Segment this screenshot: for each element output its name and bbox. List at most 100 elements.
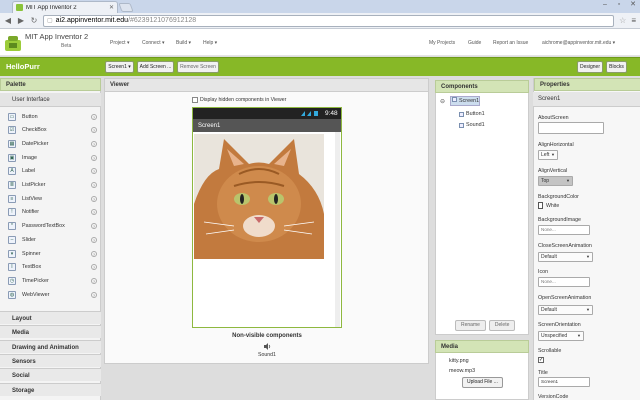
prop-orientation-select[interactable]: Unspecified ▼ bbox=[538, 331, 584, 341]
prop-alignv-select[interactable]: Top ▼ bbox=[538, 176, 573, 186]
delete-button[interactable]: Delete bbox=[488, 320, 516, 331]
listview-icon: ≡ bbox=[8, 194, 16, 203]
help-icon[interactable]: ? bbox=[91, 277, 97, 284]
prop-bgcolor-value[interactable]: White bbox=[546, 203, 559, 209]
help-icon[interactable]: ? bbox=[91, 264, 97, 271]
menu-build[interactable]: Build ▾ bbox=[176, 40, 191, 46]
palette-item-image[interactable]: ▣ Image? bbox=[0, 151, 101, 164]
dropdown-arrow-icon: ▼ bbox=[551, 152, 555, 157]
palette-category-drawing-and-animation[interactable]: Drawing and Animation bbox=[0, 339, 101, 353]
palette-item-passwordtextbox[interactable]: * PasswordTextBox? bbox=[0, 220, 101, 233]
prop-icon-label: Icon bbox=[538, 269, 549, 275]
media-file-meow[interactable]: meow.mp3 bbox=[449, 368, 475, 374]
prop-alignh-label: AlignHorizontal bbox=[538, 142, 574, 148]
help-icon[interactable]: ? bbox=[91, 182, 97, 188]
nonvisible-sound1[interactable]: Sound1 bbox=[192, 352, 342, 358]
upload-file-button[interactable]: Upload File ... bbox=[462, 377, 503, 388]
help-icon[interactable]: ? bbox=[91, 195, 97, 202]
sound-icon[interactable] bbox=[264, 343, 271, 350]
help-icon[interactable]: ? bbox=[91, 113, 97, 120]
prop-closeanim-select[interactable]: Default ▼ bbox=[538, 252, 593, 262]
window-controls: – ▫ ✕ bbox=[598, 0, 640, 9]
notifier-icon: ! bbox=[8, 208, 16, 217]
prop-orientation-label: ScreenOrientation bbox=[538, 322, 581, 328]
menu-help[interactable]: Help ▾ bbox=[203, 40, 217, 46]
palette-item-label: DatePicker bbox=[22, 140, 49, 147]
palette-item-label: Slider bbox=[22, 236, 36, 243]
help-icon[interactable]: ? bbox=[91, 209, 97, 216]
minimize-icon[interactable]: – bbox=[598, 0, 612, 9]
button-icon: ▭ bbox=[8, 112, 16, 121]
palette-item-slider[interactable]: – Slider? bbox=[0, 233, 101, 246]
color-swatch[interactable] bbox=[538, 202, 543, 209]
account-menu[interactable]: aichrome@appinventor.mit.edu ▾ bbox=[542, 40, 615, 46]
prop-about-input[interactable] bbox=[538, 122, 604, 134]
help-icon[interactable]: ? bbox=[91, 236, 97, 243]
prop-bgimage-label: BackgroundImage bbox=[538, 217, 581, 223]
add-screen-button[interactable]: Add Screen ... bbox=[137, 61, 174, 73]
palette-item-datepicker[interactable]: ▦ DatePicker? bbox=[0, 137, 101, 150]
prop-openanim-select[interactable]: Default ▼ bbox=[538, 305, 593, 315]
help-icon[interactable]: ? bbox=[91, 291, 97, 298]
palette-item-label[interactable]: A Label? bbox=[0, 165, 101, 178]
tree-node-sound1[interactable]: Sound1 bbox=[459, 122, 485, 128]
prop-alignh-select[interactable]: Left ▼ bbox=[538, 150, 558, 160]
palette-item-listpicker[interactable]: ≣ ListPicker? bbox=[0, 179, 101, 192]
palette-item-webviewer[interactable]: ◍ WebViewer? bbox=[0, 288, 101, 301]
palette-item-textbox[interactable]: I TextBox? bbox=[0, 261, 101, 274]
media-file-kitty[interactable]: kitty.png bbox=[449, 358, 469, 364]
prop-title-input[interactable]: Screen1 bbox=[538, 377, 590, 387]
palette-section-user-interface[interactable]: User Interface bbox=[0, 93, 101, 107]
close-tab-icon[interactable]: ✕ bbox=[109, 4, 114, 11]
palette-category-media[interactable]: Media bbox=[0, 325, 101, 339]
remove-screen-button[interactable]: Remove Screen bbox=[177, 61, 219, 73]
palette-item-timepicker[interactable]: ◷ TimePicker? bbox=[0, 274, 101, 287]
page-icon: ▢ bbox=[47, 18, 53, 24]
palette-item-checkbox[interactable]: ☑ CheckBox? bbox=[0, 124, 101, 137]
help-icon[interactable]: ? bbox=[91, 140, 97, 147]
media-title: Media bbox=[435, 340, 529, 353]
rename-button[interactable]: Rename bbox=[455, 320, 486, 331]
nav-guide[interactable]: Guide bbox=[468, 40, 481, 46]
prop-icon-input[interactable]: None... bbox=[538, 277, 590, 287]
nav-my-projects[interactable]: My Projects bbox=[429, 40, 455, 46]
address-bar[interactable]: ▢ ai2.appinventor.mit.edu/#6239121076912… bbox=[43, 14, 615, 27]
palette-item-label: ListPicker bbox=[22, 182, 46, 188]
help-icon[interactable]: ? bbox=[91, 154, 97, 161]
prop-scrollable-checkbox[interactable]: ✓ bbox=[538, 357, 544, 363]
help-icon[interactable]: ? bbox=[91, 168, 97, 175]
bookmark-star-icon[interactable]: ☆ bbox=[619, 16, 626, 25]
palette-category-storage[interactable]: Storage bbox=[0, 382, 101, 396]
menu-connect[interactable]: Connect ▾ bbox=[142, 40, 165, 46]
blocks-button[interactable]: Blocks bbox=[606, 61, 627, 73]
maximize-icon[interactable]: ▫ bbox=[612, 0, 626, 9]
help-icon[interactable]: ? bbox=[91, 127, 97, 134]
forward-icon[interactable]: ▶ bbox=[17, 16, 25, 25]
back-icon[interactable]: ◀ bbox=[4, 16, 12, 25]
browser-tab[interactable]: MIT App Inventor 2 ✕ bbox=[12, 1, 118, 13]
kitty-image[interactable] bbox=[194, 134, 324, 259]
palette-category-sensors[interactable]: Sensors bbox=[0, 353, 101, 367]
palette-item-label: CheckBox bbox=[22, 127, 47, 134]
designer-button[interactable]: Designer bbox=[577, 61, 603, 73]
prop-bgimage-input[interactable]: None... bbox=[538, 225, 590, 235]
close-window-icon[interactable]: ✕ bbox=[626, 0, 640, 9]
browser-menu-icon[interactable]: ≡ bbox=[631, 16, 636, 25]
palette-item-listview[interactable]: ≡ ListView? bbox=[0, 192, 101, 205]
nav-report-issue[interactable]: Report an Issue bbox=[493, 40, 528, 46]
menu-project[interactable]: Project ▾ bbox=[110, 40, 129, 46]
tree-node-button1[interactable]: Button1 bbox=[459, 111, 485, 117]
palette-item-notifier[interactable]: ! Notifier? bbox=[0, 206, 101, 219]
help-icon[interactable]: ? bbox=[91, 250, 97, 257]
help-icon[interactable]: ? bbox=[91, 223, 97, 230]
reload-icon[interactable]: ↻ bbox=[30, 16, 38, 25]
checkbox-box[interactable] bbox=[192, 97, 198, 103]
screen-select[interactable]: Screen1 ▾ bbox=[105, 61, 134, 73]
palette-item-spinner[interactable]: ▾ Spinner? bbox=[0, 247, 101, 260]
palette-category-social[interactable]: Social bbox=[0, 368, 101, 382]
collapse-tree-icon[interactable]: ⊖ bbox=[440, 98, 445, 105]
palette-category-layout[interactable]: Layout bbox=[0, 311, 101, 324]
palette-item-button[interactable]: ▭ Button? bbox=[0, 110, 101, 123]
phone-scrollbar[interactable] bbox=[335, 132, 340, 327]
display-hidden-checkbox[interactable]: Display hidden components in Viewer bbox=[192, 97, 286, 103]
